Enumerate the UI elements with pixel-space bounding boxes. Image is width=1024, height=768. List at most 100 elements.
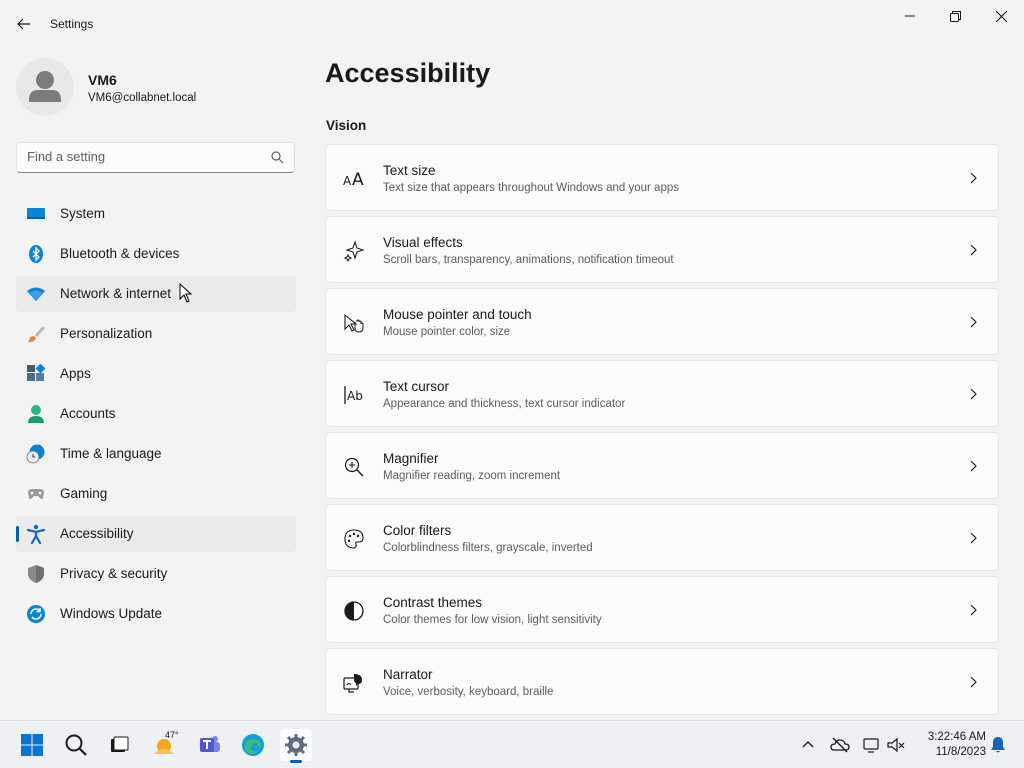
minimize-icon	[905, 15, 915, 17]
card-title: Visual effects	[383, 235, 463, 250]
start-icon	[21, 734, 43, 756]
volume-icon[interactable]	[886, 735, 906, 755]
sidebar-item-network[interactable]: Network & internet	[16, 276, 296, 312]
notification-bell-icon[interactable]	[988, 735, 1008, 755]
card-title: Narrator	[383, 667, 433, 682]
sidebar-item-label: Accessibility	[60, 526, 134, 541]
avatar	[16, 58, 74, 116]
card-subtitle: Magnifier reading, zoom increment	[383, 470, 561, 482]
chevron-up-icon[interactable]	[798, 735, 818, 755]
card-title: Contrast themes	[383, 595, 483, 610]
sidebar-item-bluetooth[interactable]: Bluetooth & devices	[16, 236, 296, 272]
svg-text:A: A	[343, 174, 352, 188]
chevron-right-icon	[970, 388, 977, 400]
bluetooth-icon	[29, 245, 43, 263]
color-filters-icon	[344, 529, 364, 549]
mouse-pointer-icon	[344, 313, 364, 333]
search-input[interactable]	[27, 149, 257, 164]
teams-icon	[200, 736, 220, 752]
task-view-icon	[111, 736, 129, 752]
card-contrast-themes[interactable]: Contrast themes Color themes for low vis…	[325, 576, 999, 643]
card-text-size[interactable]: AA Text size Text size that appears thro…	[325, 144, 999, 211]
clock-date: 11/8/2023	[935, 746, 986, 758]
sidebar-item-label: Bluetooth & devices	[60, 246, 180, 261]
search-icon	[65, 734, 87, 756]
sidebar-item-label: Time & language	[60, 446, 162, 461]
card-title: Magnifier	[383, 451, 439, 466]
user-profile[interactable]: VM6 VM6@collabnet.local	[16, 58, 306, 118]
back-button[interactable]	[12, 12, 36, 36]
weather-temperature: 47°	[165, 730, 179, 740]
minimize-button[interactable]	[890, 4, 930, 28]
card-subtitle: Text size that appears throughout Window…	[383, 182, 679, 194]
chevron-right-icon	[970, 532, 977, 544]
sidebar-item-gaming[interactable]: Gaming	[16, 476, 296, 512]
card-narrator[interactable]: Narrator Voice, verbosity, keyboard, bra…	[325, 648, 999, 715]
sidebar-item-privacy-security[interactable]: Privacy & security	[16, 556, 296, 592]
mouse-cursor-icon	[179, 283, 193, 303]
system-icon	[27, 208, 45, 219]
settings-icon	[285, 734, 307, 756]
sidebar-item-system[interactable]: System	[16, 196, 296, 232]
back-arrow-icon	[17, 18, 30, 30]
card-title: Mouse pointer and touch	[383, 307, 532, 322]
section-heading: Vision	[326, 118, 367, 133]
card-subtitle: Color themes for low vision, light sensi…	[383, 614, 602, 626]
teams-button[interactable]	[194, 729, 226, 761]
settings-card-list: AA Text size Text size that appears thro…	[325, 144, 999, 720]
edge-button[interactable]	[237, 729, 269, 761]
sidebar-item-windows-update[interactable]: Windows Update	[16, 596, 296, 632]
shield-icon	[28, 565, 44, 583]
sidebar-nav: System Bluetooth & devices Network & int…	[16, 196, 296, 636]
sidebar-item-label: Accounts	[60, 406, 116, 421]
card-subtitle: Mouse pointer color, size	[383, 326, 511, 338]
apps-icon	[27, 364, 46, 381]
accessibility-icon	[26, 524, 46, 544]
card-subtitle: Voice, verbosity, keyboard, braille	[383, 686, 554, 698]
profile-email: VM6@collabnet.local	[88, 92, 197, 104]
chevron-right-icon	[970, 172, 977, 184]
sidebar-item-accessibility[interactable]: Accessibility	[16, 516, 296, 552]
narrator-icon	[343, 674, 362, 693]
close-icon	[995, 10, 1007, 22]
system-clock[interactable]: 3:22:46 AM 11/8/2023	[912, 730, 986, 760]
text-size-icon: AA	[343, 170, 364, 190]
sidebar-item-label: Personalization	[60, 326, 153, 341]
sidebar-item-label: Network & internet	[60, 286, 172, 301]
restore-button[interactable]	[935, 4, 975, 28]
sidebar-item-label: Apps	[60, 366, 91, 381]
visual-effects-icon	[343, 240, 365, 262]
card-text-cursor[interactable]: Ab Text cursor Appearance and thickness,…	[325, 360, 999, 427]
sidebar-item-personalization[interactable]: Personalization	[16, 316, 296, 352]
onedrive-icon[interactable]	[830, 735, 850, 755]
start-button[interactable]	[16, 729, 48, 761]
sidebar-item-time-language[interactable]: Time & language	[16, 436, 296, 472]
card-subtitle: Scroll bars, transparency, animations, n…	[383, 254, 674, 266]
settings-taskbar-button[interactable]	[280, 729, 312, 763]
sidebar-item-apps[interactable]: Apps	[16, 356, 296, 392]
wifi-icon	[27, 287, 45, 301]
card-visual-effects[interactable]: Visual effects Scroll bars, transparency…	[325, 216, 999, 283]
card-title: Text cursor	[383, 379, 450, 394]
gaming-icon	[28, 489, 44, 499]
chevron-right-icon	[970, 244, 977, 256]
taskbar-search-button[interactable]	[60, 729, 92, 761]
svg-text:Ab: Ab	[347, 389, 363, 403]
title-bar: Settings	[0, 0, 1024, 48]
windows-update-icon	[27, 605, 45, 623]
network-icon[interactable]	[862, 735, 882, 755]
card-magnifier[interactable]: Magnifier Magnifier reading, zoom increm…	[325, 432, 999, 499]
text-cursor-icon: Ab	[344, 386, 363, 404]
person-icon	[29, 71, 61, 102]
paintbrush-icon	[28, 326, 45, 343]
time-language-icon	[26, 444, 45, 464]
profile-name: VM6	[88, 72, 117, 88]
sidebar-item-accounts[interactable]: Accounts	[16, 396, 296, 432]
sidebar-item-label: Privacy & security	[60, 566, 168, 581]
task-view-button[interactable]	[103, 729, 135, 761]
card-mouse-pointer[interactable]: Mouse pointer and touch Mouse pointer co…	[325, 288, 999, 355]
search-box[interactable]	[16, 142, 295, 173]
close-button[interactable]	[981, 4, 1021, 28]
magnifier-icon	[344, 457, 364, 477]
card-color-filters[interactable]: Color filters Colorblindness filters, gr…	[325, 504, 999, 571]
